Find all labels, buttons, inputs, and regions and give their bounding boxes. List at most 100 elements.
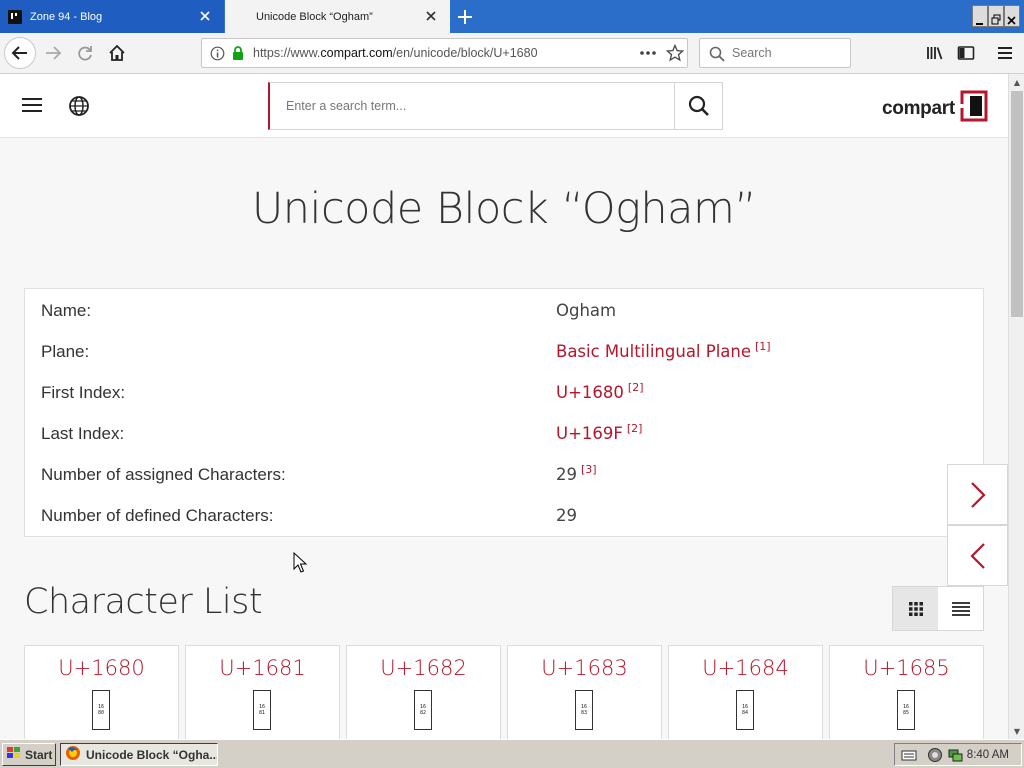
character-code: U+1685 [863, 656, 950, 680]
browser-nav-toolbar: https://www.compart.com/en/unicode/block… [0, 33, 1024, 74]
back-arrow-icon [11, 46, 27, 60]
vertical-scrollbar[interactable]: ▲ ▼ [1008, 74, 1024, 739]
address-bar[interactable]: https://www.compart.com/en/unicode/block… [201, 38, 688, 68]
glyph-hex-bottom: 82 [419, 710, 427, 716]
windows-logo-icon [7, 747, 21, 762]
keyboard-icon[interactable] [901, 748, 917, 765]
start-label: Start [25, 747, 53, 762]
info-value-text: 29 [556, 465, 577, 484]
character-card[interactable]: U+1682 16 82 [346, 645, 501, 739]
character-card[interactable]: U+1683 16 83 [507, 645, 662, 739]
url-domain: compart.com [320, 46, 393, 60]
minimize-window-button[interactable] [972, 5, 988, 27]
restore-window-button[interactable] [988, 5, 1004, 27]
plane-link[interactable]: Basic Multilingual Plane [556, 342, 751, 361]
open-menu-button[interactable] [990, 38, 1020, 68]
character-code: U+1681 [219, 656, 306, 680]
footnote-ref[interactable]: [1] [755, 340, 771, 353]
info-row-last-index: Last Index: U+169F [2] [41, 422, 971, 465]
character-card[interactable]: U+1681 16 81 [185, 645, 340, 739]
page-actions-icon[interactable] [639, 45, 657, 64]
zone94-favicon-icon [8, 9, 22, 24]
library-button[interactable] [920, 38, 950, 68]
browser-search-field[interactable]: Search [699, 38, 851, 68]
bookmark-star-icon[interactable] [665, 43, 685, 65]
search-icon [688, 95, 709, 116]
url-text: https://www.compart.com/en/unicode/block… [253, 46, 538, 60]
back-button[interactable] [4, 37, 36, 69]
start-button[interactable]: Start [2, 743, 56, 766]
scrollbar-thumb[interactable] [1011, 91, 1023, 317]
list-view-icon [951, 601, 970, 616]
site-search-button[interactable] [674, 83, 722, 129]
browser-tab-zone94[interactable]: Zone 94 - Blog [0, 0, 224, 33]
close-tab-icon[interactable] [424, 9, 438, 23]
chevron-left-icon [969, 542, 985, 569]
system-tray: 8:40 AM [894, 743, 1022, 766]
site-search-placeholder: Enter a search term... [286, 99, 407, 113]
taskbar-window-title: Unicode Block “Ogha... [86, 747, 218, 762]
info-row-name: Name: Ogham [41, 301, 971, 342]
character-code: U+1683 [541, 656, 628, 680]
secure-lock-icon [231, 45, 245, 64]
grid-view-icon [908, 601, 923, 616]
browser-tab-strip: Zone 94 - Blog Unicode Block “Ogham” [0, 0, 1024, 33]
character-card[interactable]: U+1684 16 84 [668, 645, 823, 739]
info-value: Basic Multilingual Plane [1] [556, 340, 771, 361]
character-card[interactable]: U+1680 16 80 [24, 645, 179, 739]
browser-search-placeholder: Search [732, 46, 772, 60]
character-card[interactable]: U+1685 16 85 [829, 645, 984, 739]
forward-button[interactable] [38, 38, 68, 68]
info-label: First Index: [41, 383, 126, 402]
next-block-button[interactable] [947, 464, 1008, 525]
compart-logo[interactable]: compart [882, 90, 988, 128]
windows-taskbar: Start Unicode Block “Ogha... 8:40 AM [0, 739, 1024, 768]
close-window-button[interactable] [1004, 5, 1020, 27]
glyph-hex-bottom: 84 [741, 710, 749, 716]
glyph-hex-bottom: 85 [902, 710, 910, 716]
reload-button[interactable] [70, 38, 100, 68]
taskbar-clock[interactable]: 8:40 AM [967, 749, 1009, 761]
taskbar-window-button[interactable]: Unicode Block “Ogha... [60, 743, 218, 766]
info-value: U+1680 [2] [556, 381, 644, 402]
previous-block-button[interactable] [947, 525, 1008, 586]
security-shield-icon[interactable] [927, 747, 943, 766]
scroll-up-icon[interactable]: ▲ [1009, 74, 1024, 90]
new-tab-icon[interactable] [456, 8, 474, 26]
hamburger-menu-icon [998, 47, 1012, 59]
globe-language-icon[interactable] [68, 95, 90, 121]
forward-arrow-icon [46, 46, 62, 60]
last-index-link[interactable]: U+169F [556, 424, 623, 443]
missing-glyph-box: 16 85 [897, 690, 915, 730]
info-row-defined-characters: Number of defined Characters: 29 [41, 506, 971, 547]
view-mode-toggle [892, 586, 984, 631]
site-menu-icon[interactable] [21, 96, 43, 118]
site-info-icon[interactable] [210, 46, 225, 64]
missing-glyph-box: 16 82 [414, 690, 432, 730]
sidebar-toggle-button[interactable] [951, 38, 981, 68]
network-icon[interactable] [947, 747, 963, 766]
url-prefix: https://www. [253, 46, 321, 60]
close-tab-icon[interactable] [198, 9, 212, 23]
page-title: Unicode Block “Ogham” [251, 184, 757, 234]
list-view-button[interactable] [938, 587, 983, 630]
footnote-ref[interactable]: [3] [581, 463, 597, 476]
missing-glyph-box: 16 84 [736, 690, 754, 730]
first-index-link[interactable]: U+1680 [556, 383, 624, 402]
glyph-hex-bottom: 80 [97, 710, 105, 716]
site-header: Enter a search term... compart [0, 74, 1008, 138]
footnote-ref[interactable]: [2] [628, 381, 644, 394]
mouse-cursor-icon [293, 551, 308, 578]
block-info-table: Name: Ogham Plane: Basic Multilingual Pl… [24, 288, 984, 537]
site-search-input[interactable]: Enter a search term... [268, 82, 723, 130]
library-icon [927, 47, 943, 60]
footnote-ref[interactable]: [2] [627, 422, 643, 435]
grid-view-button[interactable] [893, 587, 938, 630]
home-button[interactable] [102, 38, 132, 68]
info-row-first-index: First Index: U+1680 [2] [41, 381, 971, 424]
info-value-text: Ogham [556, 301, 617, 320]
scroll-down-icon[interactable]: ▼ [1009, 723, 1024, 739]
browser-tab-ogham[interactable]: Unicode Block “Ogham” [224, 0, 450, 33]
search-icon [709, 46, 725, 65]
info-label: Name: [41, 301, 92, 320]
